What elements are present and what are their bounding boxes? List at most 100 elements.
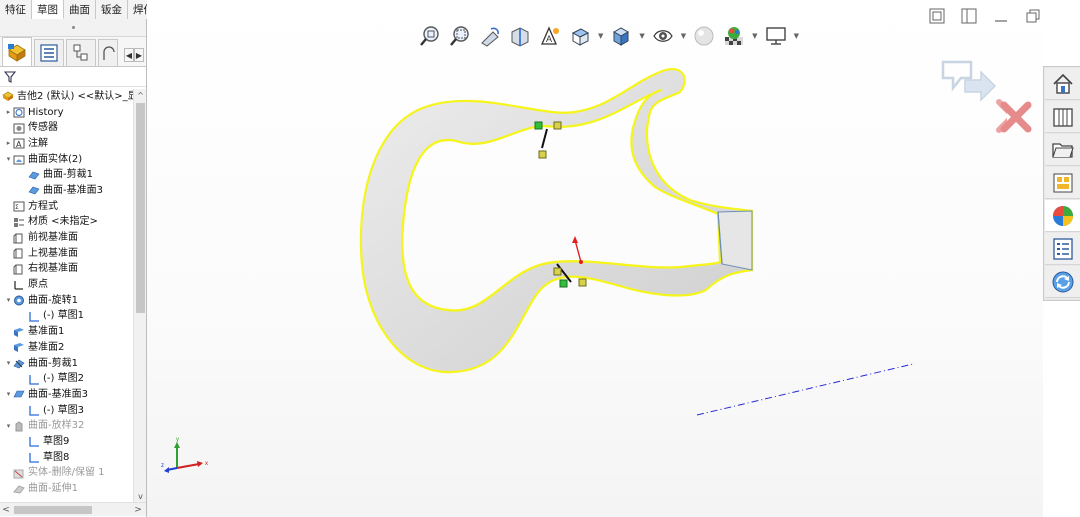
tree-item[interactable]: ▾ 曲面-旋转1: [0, 293, 133, 309]
graphics-area[interactable]: A ▼ ▼ ▼ ▼ ▼ y x z: [147, 0, 1043, 517]
tree-item[interactable]: 草图8: [0, 450, 133, 466]
tree-item[interactable]: 上视基准面: [0, 246, 133, 262]
solidworks-forum-icon[interactable]: [1045, 266, 1080, 298]
solidworks-resources-icon[interactable]: [1045, 68, 1080, 100]
tree-root[interactable]: 吉他2 (默认) <<默认>_显...: [0, 89, 133, 105]
origin-icon: [13, 280, 25, 291]
reference-triad: y x z: [161, 437, 208, 473]
tree-item[interactable]: ▸ History: [0, 105, 133, 121]
filter-icon[interactable]: [4, 70, 16, 83]
task-pane: [1043, 66, 1080, 301]
expand-toggle-icon[interactable]: ▸: [4, 140, 13, 147]
tree-item[interactable]: 草图9: [0, 434, 133, 450]
scroll-right-icon[interactable]: ▶: [134, 48, 144, 62]
tree-item[interactable]: (-) 草图2: [0, 371, 133, 387]
scroll-left-icon[interactable]: ◀: [124, 48, 134, 62]
sketch-icon: [28, 452, 40, 463]
planar-surface-icon: [13, 389, 25, 400]
scroll-thumb[interactable]: [136, 103, 145, 313]
tab-3[interactable]: 钣金: [96, 0, 128, 19]
tree-item[interactable]: ▾ 曲面-剪裁1: [0, 356, 133, 372]
tree-item[interactable]: 传感器: [0, 120, 133, 136]
scroll-down-icon[interactable]: v: [134, 490, 147, 502]
scroll-up-icon[interactable]: ^: [134, 89, 147, 101]
tree-item[interactable]: ▸ A 注解: [0, 136, 133, 152]
sketch-line-upper[interactable]: [541, 128, 548, 149]
file-explorer-icon[interactable]: [1045, 134, 1080, 166]
expand-toggle-icon[interactable]: ▾: [4, 156, 13, 163]
tree-item-label: 基准面2: [28, 341, 65, 353]
relation-glyph-icon[interactable]: [534, 121, 543, 130]
scroll-left-arrow-icon[interactable]: <: [0, 503, 12, 517]
centerline[interactable]: [696, 363, 914, 416]
panel-collapse-bar[interactable]: [0, 19, 146, 37]
loft-icon: [13, 421, 25, 432]
expand-toggle-icon[interactable]: ▾: [4, 297, 13, 304]
property-manager-tab[interactable]: [34, 39, 64, 66]
sketch-icon: [28, 374, 40, 385]
tree-root-label: 吉他2 (默认) <<默认>_显...: [17, 90, 133, 102]
tab-2[interactable]: 曲面: [64, 0, 96, 19]
tree-item[interactable]: 曲面-基准面3: [0, 183, 133, 199]
configuration-manager-tab[interactable]: [66, 39, 96, 66]
svg-text:A: A: [16, 140, 22, 149]
tree-horizontal-scrollbar[interactable]: < >: [0, 502, 146, 516]
tree-item[interactable]: 右视基准面: [0, 262, 133, 278]
plane-icon: [13, 233, 25, 244]
triad-z-label: z: [161, 463, 164, 469]
tree-item[interactable]: (-) 草图1: [0, 309, 133, 325]
part-icon: [2, 91, 14, 102]
expand-toggle-icon[interactable]: ▾: [4, 391, 13, 398]
surface-body-icon: [28, 185, 40, 196]
tree-item-label: 曲面-放样32: [28, 420, 85, 432]
expand-toggle-icon[interactable]: ▸: [4, 109, 13, 116]
plane-icon: [13, 264, 25, 275]
tree-item-label: 曲面-旋转1: [28, 294, 78, 306]
relation-glyph-icon[interactable]: [559, 279, 568, 288]
tree-item-label: 原点: [28, 279, 48, 291]
tree-item-label: (-) 草图2: [43, 373, 84, 385]
tree-item[interactable]: 曲面-剪裁1: [0, 167, 133, 183]
custom-properties-icon[interactable]: [1045, 233, 1080, 265]
tree-item[interactable]: ▾ 曲面-基准面3: [0, 387, 133, 403]
tree-item-label: 注解: [28, 137, 48, 149]
tree-item[interactable]: (-) 草图3: [0, 403, 133, 419]
relation-glyph-icon[interactable]: [553, 121, 562, 130]
tree-item[interactable]: ▾ 曲面-放样32: [0, 418, 133, 434]
appearances-scenes-icon[interactable]: [1045, 200, 1080, 232]
relation-glyph-icon[interactable]: [538, 150, 547, 159]
tree-item[interactable]: 曲面-延伸1: [0, 481, 133, 497]
expand-toggle-icon[interactable]: ▾: [4, 422, 13, 430]
expand-toggle-icon[interactable]: ▾: [4, 360, 13, 367]
surface-body-icon: [28, 170, 40, 181]
tree-item[interactable]: ▾ 曲面实体(2): [0, 152, 133, 168]
hscroll-thumb[interactable]: [14, 506, 92, 514]
feature-manager-tab[interactable]: [2, 37, 32, 66]
tree-item[interactable]: 前视基准面: [0, 230, 133, 246]
relation-glyph-icon[interactable]: [553, 267, 562, 276]
scroll-right-arrow-icon[interactable]: >: [132, 503, 144, 517]
dimxpert-manager-tab[interactable]: [98, 39, 118, 66]
tree-vertical-scrollbar[interactable]: ^ v: [133, 89, 146, 502]
tree-item-label: 曲面-基准面3: [43, 184, 103, 196]
tree-item[interactable]: Σ 方程式: [0, 199, 133, 215]
tab-1[interactable]: 草图: [32, 0, 64, 19]
tree-item-label: 材质 <未指定>: [28, 216, 98, 228]
annotation-icon: A: [13, 138, 25, 149]
tree-item-label: 曲面实体(2): [28, 153, 83, 165]
sketch-icon: [28, 436, 40, 448]
tree-item[interactable]: 材质 <未指定>: [0, 215, 133, 231]
tab-0[interactable]: 特征: [0, 0, 32, 19]
design-library-icon[interactable]: [1045, 101, 1080, 133]
tree-item[interactable]: 实体-删除/保留 1: [0, 466, 133, 482]
guitar-body-surface[interactable]: [359, 68, 754, 374]
relation-glyph-icon[interactable]: [578, 278, 587, 287]
tree-item[interactable]: 原点: [0, 277, 133, 293]
tree-item[interactable]: 基准面2: [0, 340, 133, 356]
model-geometry[interactable]: [147, 0, 1043, 517]
sketch-icon: [28, 311, 40, 322]
tree-item-label: (-) 草图3: [43, 404, 84, 416]
tree-item[interactable]: 基准面1: [0, 324, 133, 340]
triad-y-label: y: [176, 437, 179, 443]
view-palette-icon[interactable]: [1045, 167, 1080, 199]
